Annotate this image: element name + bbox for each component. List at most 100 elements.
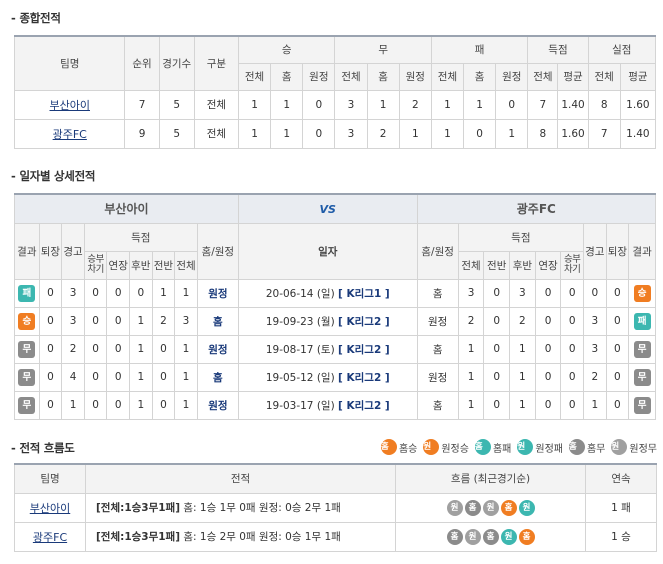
right-result: 무 xyxy=(628,390,656,420)
record-cell: [전체:1승3무1패] 홈: 1승 1무 0패 원정: 0승 2무 1패 xyxy=(85,492,396,523)
sub-total: 전체 xyxy=(237,62,272,91)
overall-row: 부산아이 7 5 전체 1 1 0 3 1 2 1 1 0 7 1.40 8 1.60 xyxy=(13,89,657,120)
left-result: 무 xyxy=(14,390,40,420)
left-venue: 원정 xyxy=(196,334,239,364)
flow-col-record: 전적 xyxy=(85,463,396,494)
stat-cell: 0 xyxy=(605,362,630,392)
stat-cell: 1 xyxy=(509,362,536,392)
stat-cell: 0 xyxy=(582,278,607,308)
h-first: 전반 xyxy=(151,250,176,280)
stat-cell: 0 xyxy=(83,278,108,308)
left-venue: 원정 xyxy=(196,390,239,420)
stat-cell: 0 xyxy=(560,278,584,308)
stat-cell: 0 xyxy=(151,390,176,420)
league-link[interactable]: [ K리그2 ] xyxy=(338,316,390,328)
flow-col-team: 팀명 xyxy=(14,463,86,494)
stat-cell: 0 xyxy=(534,362,562,392)
left-venue: 홈 xyxy=(196,362,239,392)
stat-cell: 2 xyxy=(61,334,85,364)
stat-cell: 3 xyxy=(61,306,85,336)
overall-stat: 1 xyxy=(237,118,272,149)
match-date: 19-03-17 (일) [ K리그2 ] xyxy=(237,390,418,420)
right-venue: 홈 xyxy=(416,278,459,308)
legend-label: 원정패 xyxy=(535,443,563,455)
stat-cell: 1 xyxy=(129,306,153,336)
stat-cell: 3 xyxy=(174,306,198,336)
stat-cell: 0 xyxy=(560,390,584,420)
overall-games: 5 xyxy=(158,89,195,120)
right-venue: 홈 xyxy=(416,390,459,420)
team-link[interactable]: 부산아이 xyxy=(30,502,70,515)
col-conceded: 실점 xyxy=(587,35,657,64)
record-detail: 홈: 1승 1무 0패 원정: 0승 2무 1패 xyxy=(180,502,341,514)
right-result: 무 xyxy=(628,362,656,392)
sub-away: 원정 xyxy=(302,62,336,91)
legend-label: 홈패 xyxy=(492,443,512,455)
col-team: 팀명 xyxy=(13,35,126,91)
overall-stat: 8 xyxy=(587,89,621,120)
section-title-detail: 일자별 상세전적 xyxy=(11,168,95,184)
team-link[interactable]: 광주FC xyxy=(53,128,87,141)
overall-stat: 3 xyxy=(334,118,368,149)
team-cell: 부산아이 xyxy=(14,492,86,523)
overall-stat: 1.40 xyxy=(557,89,589,120)
match-row: 무 0 4 0 0 1 0 1 홈 19-05-12 (일) [ K리그2 ] 원정 1 0 1 0 0 2 0 무 xyxy=(14,362,656,392)
stat-cell: 0 xyxy=(83,306,108,336)
date-text: 19-08-17 (토) xyxy=(265,343,335,356)
result-badge: 패 xyxy=(18,284,36,302)
streak-cell: 1 승 xyxy=(585,521,657,552)
legend-marker-icon: 원 xyxy=(423,439,440,455)
sub-home: 홈 xyxy=(463,62,497,91)
date-text: 19-09-23 (월) xyxy=(265,315,335,328)
h-extra: 연장 xyxy=(534,250,562,280)
left-result: 패 xyxy=(14,278,40,308)
vs-badge: VS xyxy=(237,193,418,224)
col-games: 경기수 xyxy=(158,35,195,91)
overall-stat: 0 xyxy=(463,118,497,149)
flow-marker-icon: 홈 xyxy=(464,499,481,516)
overall-stat: 2 xyxy=(398,89,432,120)
record-summary: [전체:1승3무1패] xyxy=(96,531,181,543)
league-link[interactable]: [ K리그2 ] xyxy=(338,372,390,384)
overall-stat: 1 xyxy=(430,89,465,120)
flow-marker-icon: 홈 xyxy=(518,528,535,545)
result-badge: 무 xyxy=(633,396,651,414)
date-text: 19-03-17 (일) xyxy=(265,399,335,412)
team-link[interactable]: 부산아이 xyxy=(50,99,90,112)
league-link[interactable]: [ K리그1 ] xyxy=(338,288,390,300)
legend-marker-icon: 홈 xyxy=(568,439,585,455)
league-link[interactable]: [ K리그2 ] xyxy=(338,400,390,412)
date-text: 20-06-14 (일) xyxy=(265,287,335,300)
match-row: 승 0 3 0 0 1 2 3 홈 19-09-23 (월) [ K리그2 ] 원정 2 0 2 0 0 3 0 패 xyxy=(14,306,656,336)
legend-label: 홈무 xyxy=(586,443,606,455)
stat-cell: 0 xyxy=(560,306,584,336)
team-link[interactable]: 광주FC xyxy=(33,531,67,544)
legend-item: 홈 홈무 xyxy=(568,439,605,455)
left-result: 무 xyxy=(14,334,40,364)
stat-cell: 0 xyxy=(38,390,63,420)
section-title-flow: 전적 흐름도 xyxy=(11,440,74,456)
legend-marker-icon: 원 xyxy=(611,439,628,455)
flow-marker-icon: 홈 xyxy=(482,528,499,545)
vs-icon: VS xyxy=(319,202,336,216)
legend-item: 원 원정승 xyxy=(422,439,469,455)
flow-legend: 홈 홈승 원 원정승 홈 홈패 원 원정패 홈 홈무 원 원정무 xyxy=(375,439,657,455)
detail-table: 부산아이 VS 광주FC 결과 퇴장 경고 득점 홈/원정 일자 홈/원정 득점… xyxy=(14,193,657,420)
right-venue: 원정 xyxy=(416,306,459,336)
h-sentoff: 퇴장 xyxy=(38,222,63,280)
result-badge: 무 xyxy=(18,368,36,386)
h-total: 전체 xyxy=(457,250,485,280)
h-total: 전체 xyxy=(174,250,198,280)
stat-cell: 0 xyxy=(534,306,562,336)
h-goals-left: 득점 xyxy=(83,222,198,252)
stat-cell: 0 xyxy=(106,390,131,420)
legend-item: 홈 홈패 xyxy=(474,439,511,455)
stat-cell: 1 xyxy=(174,334,198,364)
h-second: 후반 xyxy=(129,250,153,280)
stat-cell: 0 xyxy=(151,362,176,392)
date-text: 19-05-12 (일) xyxy=(265,371,335,384)
flow-marker-icon: 원 xyxy=(518,499,535,516)
overall-stat: 8 xyxy=(527,118,559,149)
right-result: 패 xyxy=(628,306,656,336)
league-link[interactable]: [ K리그2 ] xyxy=(338,344,390,356)
